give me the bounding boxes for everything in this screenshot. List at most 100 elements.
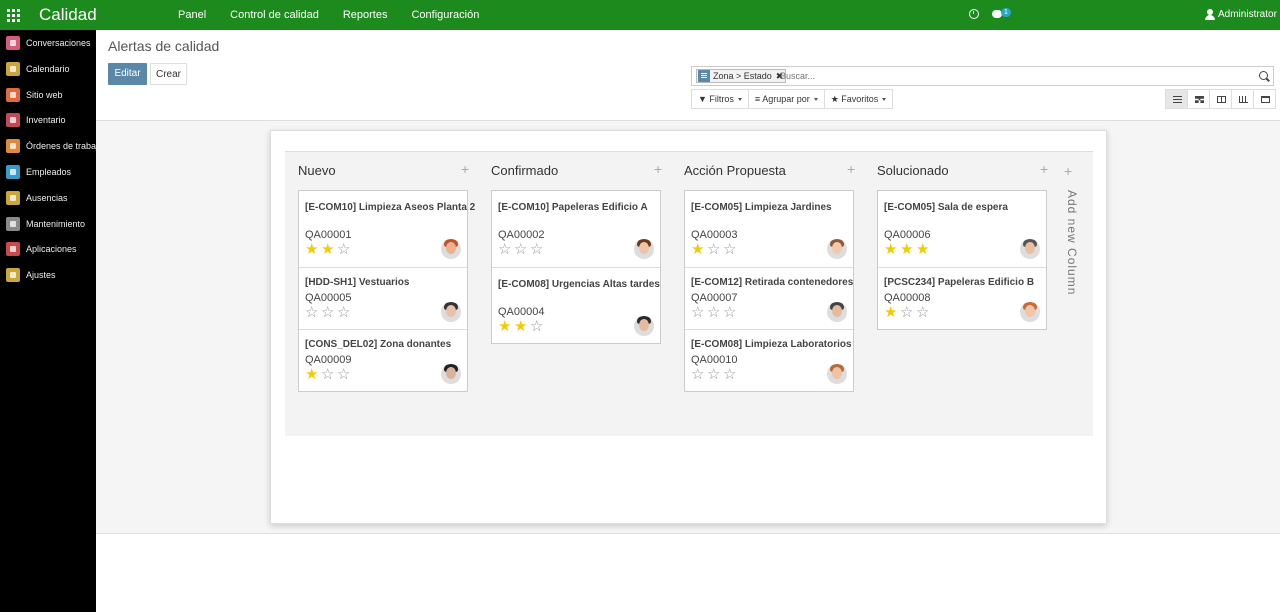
star-empty-icon[interactable]: ☆	[900, 305, 916, 320]
card-code: QA00007	[691, 292, 738, 304]
create-button[interactable]: Crear	[150, 63, 187, 85]
star-filled-icon[interactable]: ★	[498, 319, 514, 334]
star-filled-icon[interactable]: ★	[321, 242, 337, 257]
graph-view-button[interactable]	[1231, 89, 1254, 109]
quick-create-plus-icon[interactable]: +	[461, 161, 469, 177]
user-icon[interactable]	[1205, 9, 1215, 20]
search-input[interactable]	[780, 69, 1250, 83]
kanban-card[interactable]: [E-COM08] Limpieza Laboratorios QA00010 ☆ ☆…	[685, 329, 853, 391]
chat-badge: 1	[1001, 8, 1011, 17]
user-menu[interactable]: Administrator	[1218, 9, 1277, 20]
menu-reportes[interactable]: Reportes	[331, 0, 400, 30]
star-filled-icon[interactable]: ★	[305, 242, 321, 257]
kanban-card[interactable]: [E-COM10] Papeleras Edificio A QA00002 ☆ ☆ ☆	[492, 191, 660, 267]
star-filled-icon[interactable]: ★	[691, 242, 707, 257]
caret-down-icon	[882, 98, 887, 102]
star-empty-icon[interactable]: ☆	[530, 242, 546, 257]
menu-control-calidad[interactable]: Control de calidad	[218, 0, 331, 30]
star-empty-icon[interactable]: ☆	[337, 367, 353, 382]
card-title: [E-COM08] Limpieza Laboratorios	[691, 339, 852, 350]
star-filled-icon[interactable]: ★	[900, 242, 916, 257]
avatar	[1020, 302, 1040, 322]
kanban-card[interactable]: [E-COM12] Retirada contenedores QA00007 ☆ ☆…	[685, 267, 853, 329]
star-empty-icon[interactable]: ☆	[337, 242, 353, 257]
sidebar-item-label: Mantenimiento	[26, 218, 86, 229]
groupby-dropdown[interactable]: ≡ Agrupar por	[747, 89, 825, 109]
list-view-button[interactable]	[1165, 89, 1188, 109]
add-column-plus-icon[interactable]: +	[1064, 163, 1072, 179]
calendar-view-button[interactable]	[1253, 89, 1276, 109]
menu-configuracion[interactable]: Configuración	[399, 0, 491, 30]
filters-dropdown[interactable]: ▼ Filtros	[691, 89, 749, 109]
kanban-card[interactable]: [E-COM10] Limpieza Aseos Planta 2 QA00001…	[299, 191, 475, 267]
edit-button[interactable]: Editar	[108, 63, 147, 85]
menu-panel[interactable]: Panel	[166, 0, 218, 30]
star-empty-icon[interactable]: ☆	[723, 242, 739, 257]
kanban-card[interactable]: [E-COM05] Sala de espera QA00006 ★ ★ ★	[878, 191, 1046, 267]
star-filled-icon[interactable]: ★	[884, 242, 900, 257]
sidebar-item[interactable]: Sitio web	[0, 85, 96, 105]
graph-view-icon	[1239, 96, 1248, 103]
star-filled-icon[interactable]: ★	[514, 319, 530, 334]
star-empty-icon[interactable]: ☆	[707, 305, 723, 320]
column-title[interactable]: Acción Propuesta	[684, 163, 786, 178]
star-empty-icon[interactable]: ☆	[707, 367, 723, 382]
kanban-card[interactable]: [CONS_DEL02] Zona donantes QA00009 ★ ☆ ☆	[299, 329, 467, 391]
sidebar-item[interactable]: Inventario	[0, 110, 96, 130]
filters-label: Filtros	[709, 94, 734, 104]
star-filled-icon[interactable]: ★	[916, 242, 932, 257]
card-list: [E-COM05] Sala de espera QA00006 ★ ★ ★ [PCSC2…	[877, 190, 1047, 330]
star-empty-icon[interactable]: ☆	[723, 305, 739, 320]
star-empty-icon[interactable]: ☆	[723, 367, 739, 382]
sidebar-item[interactable]: Calendario	[0, 59, 96, 79]
star-empty-icon[interactable]: ☆	[691, 305, 707, 320]
star-empty-icon[interactable]: ☆	[514, 242, 530, 257]
card-list: [E-COM10] Limpieza Aseos Planta 2 QA00001…	[298, 190, 475, 392]
kanban-view-button[interactable]	[1187, 89, 1210, 109]
sidebar-item[interactable]: Conversaciones	[0, 33, 96, 53]
sidebar-item[interactable]: Ausencias	[0, 188, 96, 208]
star-empty-icon[interactable]: ☆	[691, 367, 707, 382]
search-icon[interactable]	[1259, 71, 1268, 80]
quick-create-plus-icon[interactable]: +	[847, 161, 855, 177]
star-filled-icon[interactable]: ★	[884, 305, 900, 320]
quick-create-plus-icon[interactable]: +	[654, 161, 662, 177]
sidebar-item[interactable]: Órdenes de trabajo	[0, 136, 96, 156]
star-empty-icon[interactable]: ☆	[707, 242, 723, 257]
sidebar-item[interactable]: Ajustes	[0, 265, 96, 285]
activity-clock-icon[interactable]	[969, 9, 979, 19]
star-empty-icon[interactable]: ☆	[321, 305, 337, 320]
quick-create-plus-icon[interactable]: +	[1040, 161, 1048, 177]
avatar	[634, 316, 654, 336]
star-empty-icon[interactable]: ☆	[321, 367, 337, 382]
kanban-card[interactable]: [PCSC234] Papeleras Edificio B QA00008 ★ ☆ ☆	[878, 267, 1046, 329]
sidebar-item[interactable]: Empleados	[0, 162, 96, 182]
avatar	[1020, 239, 1040, 259]
column-title[interactable]: Nuevo	[298, 163, 336, 178]
priority-stars: ☆ ☆ ☆	[691, 305, 739, 320]
sidebar-item-label: Calendario	[26, 63, 70, 74]
sidebar-item[interactable]: Mantenimiento	[0, 214, 96, 234]
sidebar-item[interactable]: Aplicaciones	[0, 239, 96, 259]
star-empty-icon[interactable]: ☆	[305, 305, 321, 320]
maintenance-icon	[6, 216, 20, 231]
star-icon: ★	[830, 94, 842, 104]
grid-view-button[interactable]	[1209, 89, 1232, 109]
conversations-icon	[6, 36, 20, 50]
top-menu: Panel Control de calidad Reportes Config…	[166, 0, 491, 30]
app-switcher-icon[interactable]	[7, 9, 20, 22]
star-empty-icon[interactable]: ☆	[498, 242, 514, 257]
kanban-card[interactable]: [HDD-SH1] Vestuarios QA00005 ☆ ☆ ☆	[299, 267, 467, 329]
column-title[interactable]: Confirmado	[491, 163, 558, 178]
add-column-label[interactable]: Add new Column	[1065, 190, 1079, 295]
kanban-card[interactable]: [E-COM08] Urgencias Altas tardes QA00004 ★…	[492, 267, 660, 343]
star-empty-icon[interactable]: ☆	[337, 305, 353, 320]
star-filled-icon[interactable]: ★	[305, 367, 321, 382]
kanban-card[interactable]: [E-COM05] Limpieza Jardines QA00003 ★ ☆ ☆	[685, 191, 853, 267]
column-title[interactable]: Solucionado	[877, 163, 949, 178]
favorites-dropdown[interactable]: ★ Favoritos	[823, 89, 894, 109]
star-empty-icon[interactable]: ☆	[530, 319, 546, 334]
sidebar-item-label: Sitio web	[26, 89, 63, 100]
card-list: [E-COM10] Papeleras Edificio A QA00002 ☆ ☆ ☆…	[491, 190, 661, 344]
star-empty-icon[interactable]: ☆	[916, 305, 932, 320]
